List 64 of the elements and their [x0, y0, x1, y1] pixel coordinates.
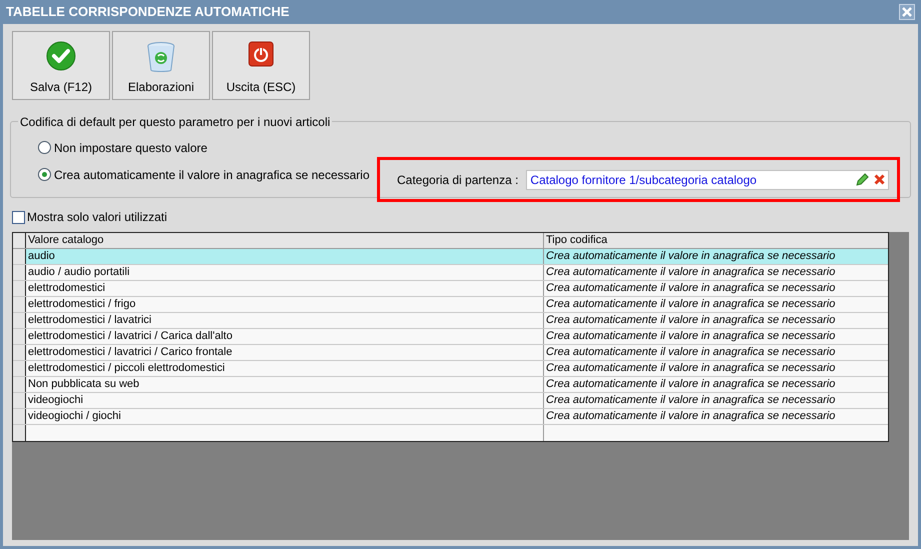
table-row[interactable]: elettrodomestici / frigo Crea automaticamente il valore in anagrafica se necessario [13, 297, 888, 313]
table-cell: elettrodomestici [26, 281, 544, 296]
table-cell-text: Crea automaticamente il valore in anagrafica se necessario [545, 281, 836, 296]
table-row[interactable]: elettrodomestici / lavatrici / Carico frontale Crea automaticamente il valore in anagrafica se necessario [13, 345, 888, 361]
table-cell-text: Crea automaticamente il valore in anagrafica se necessario [545, 361, 836, 376]
table-cell-text: Crea automaticamente il valore in anagrafica se necessario [545, 297, 836, 312]
table-cell-text: Crea automaticamente il valore in anagrafica se necessario [545, 377, 836, 392]
column-header[interactable]: Tipo codifica [544, 233, 888, 248]
delete-icon[interactable] [874, 174, 885, 185]
checkmark-icon [46, 41, 76, 71]
checkbox-label: Mostra solo valori utilizzati [27, 209, 168, 226]
table-row[interactable]: audio / audio portatili Crea automaticamente il valore in anagrafica se necessario [13, 265, 888, 281]
table-cell-text: Crea automaticamente il valore in anagrafica se necessario [545, 345, 836, 360]
row-header[interactable] [13, 329, 26, 344]
radio-button[interactable] [38, 141, 51, 154]
table-row[interactable]: audio Crea automaticamente il valore in anagrafica se necessario [13, 249, 888, 265]
pencil-icon[interactable] [855, 172, 869, 186]
category-field[interactable]: Catalogo fornitore 1/subcategoria catalogo [526, 170, 889, 190]
table-cell: elettrodomestici / frigo [26, 297, 544, 312]
row-header[interactable] [13, 361, 26, 376]
toolbar-button[interactable]: Salva (F12) [12, 31, 110, 100]
checkbox[interactable] [12, 210, 25, 224]
table-cell: elettrodomestici / piccoli elettrodomestici [26, 361, 544, 376]
table-row[interactable]: elettrodomestici / lavatrici / Carica dall'alto Crea automaticamente il valore in anagrafica se necessario [13, 329, 888, 345]
table-row[interactable]: videogiochi / giochi Crea automaticamente il valore in anagrafica se necessario [13, 409, 888, 425]
table-cell: elettrodomestici / lavatrici [26, 313, 544, 328]
table-cell-text: Crea automaticamente il valore in anagrafica se necessario [545, 329, 836, 344]
radio-label: Non impostare questo valore [54, 140, 208, 156]
table-row[interactable]: elettrodomestici / piccoli elettrodomestici Crea automaticamente il valore in anagrafica se necessario [13, 361, 888, 377]
radio-button[interactable] [38, 168, 51, 181]
table-cell-text: Crea automaticamente il valore in anagrafica se necessario [545, 393, 836, 408]
row-header[interactable] [13, 281, 26, 296]
toolbar-button[interactable]: Elaborazioni [112, 31, 210, 100]
power-icon [248, 41, 274, 67]
table-cell: videogiochi / giochi [26, 409, 544, 424]
table-cell: Non pubblicata su web [26, 377, 544, 392]
table-row[interactable]: elettrodomestici / lavatrici Crea automaticamente il valore in anagrafica se necessario [13, 313, 888, 329]
table-row[interactable]: videogiochi Crea automaticamente il valore in anagrafica se necessario [13, 393, 888, 409]
recycle-bin-icon [146, 41, 176, 73]
table-cell: elettrodomestici / lavatrici / Carico frontale [26, 345, 544, 360]
row-header[interactable] [13, 377, 26, 392]
window-title: TABELLE CORRISPONDENZE AUTOMATICHE [6, 3, 290, 22]
table-cell-text: Crea automaticamente il valore in anagrafica se necessario [545, 409, 836, 424]
row-header[interactable] [13, 265, 26, 280]
toolbar-button[interactable]: Uscita (ESC) [212, 31, 310, 100]
table-cell: videogiochi [26, 393, 544, 408]
row-header[interactable] [13, 409, 26, 424]
close-icon [902, 7, 912, 17]
row-header[interactable] [13, 313, 26, 328]
table-row[interactable]: Non pubblicata su web Crea automaticamente il valore in anagrafica se necessario [13, 377, 888, 393]
row-header[interactable] [13, 249, 26, 264]
table-cell-text: Crea automaticamente il valore in anagrafica se necessario [545, 249, 836, 264]
column-header[interactable]: Valore catalogo [26, 233, 544, 248]
table-cell: audio / audio portatili [26, 265, 544, 280]
table-row[interactable]: elettrodomestici Crea automaticamente il valore in anagrafica se necessario [13, 281, 888, 297]
row-header[interactable] [13, 297, 26, 312]
row-header[interactable] [13, 345, 26, 360]
row-header[interactable] [13, 393, 26, 408]
category-label: Categoria di partenza : [397, 172, 518, 188]
table-cell-text: Crea automaticamente il valore in anagrafica se necessario [545, 265, 836, 280]
radio-label: Crea automaticamente il valore in anagrafica se necessario [54, 166, 370, 184]
table-cell: audio [26, 249, 544, 264]
table-cell-text: Crea automaticamente il valore in anagrafica se necessario [545, 313, 836, 328]
table-cell: elettrodomestici / lavatrici / Carica dall'alto [26, 329, 544, 344]
